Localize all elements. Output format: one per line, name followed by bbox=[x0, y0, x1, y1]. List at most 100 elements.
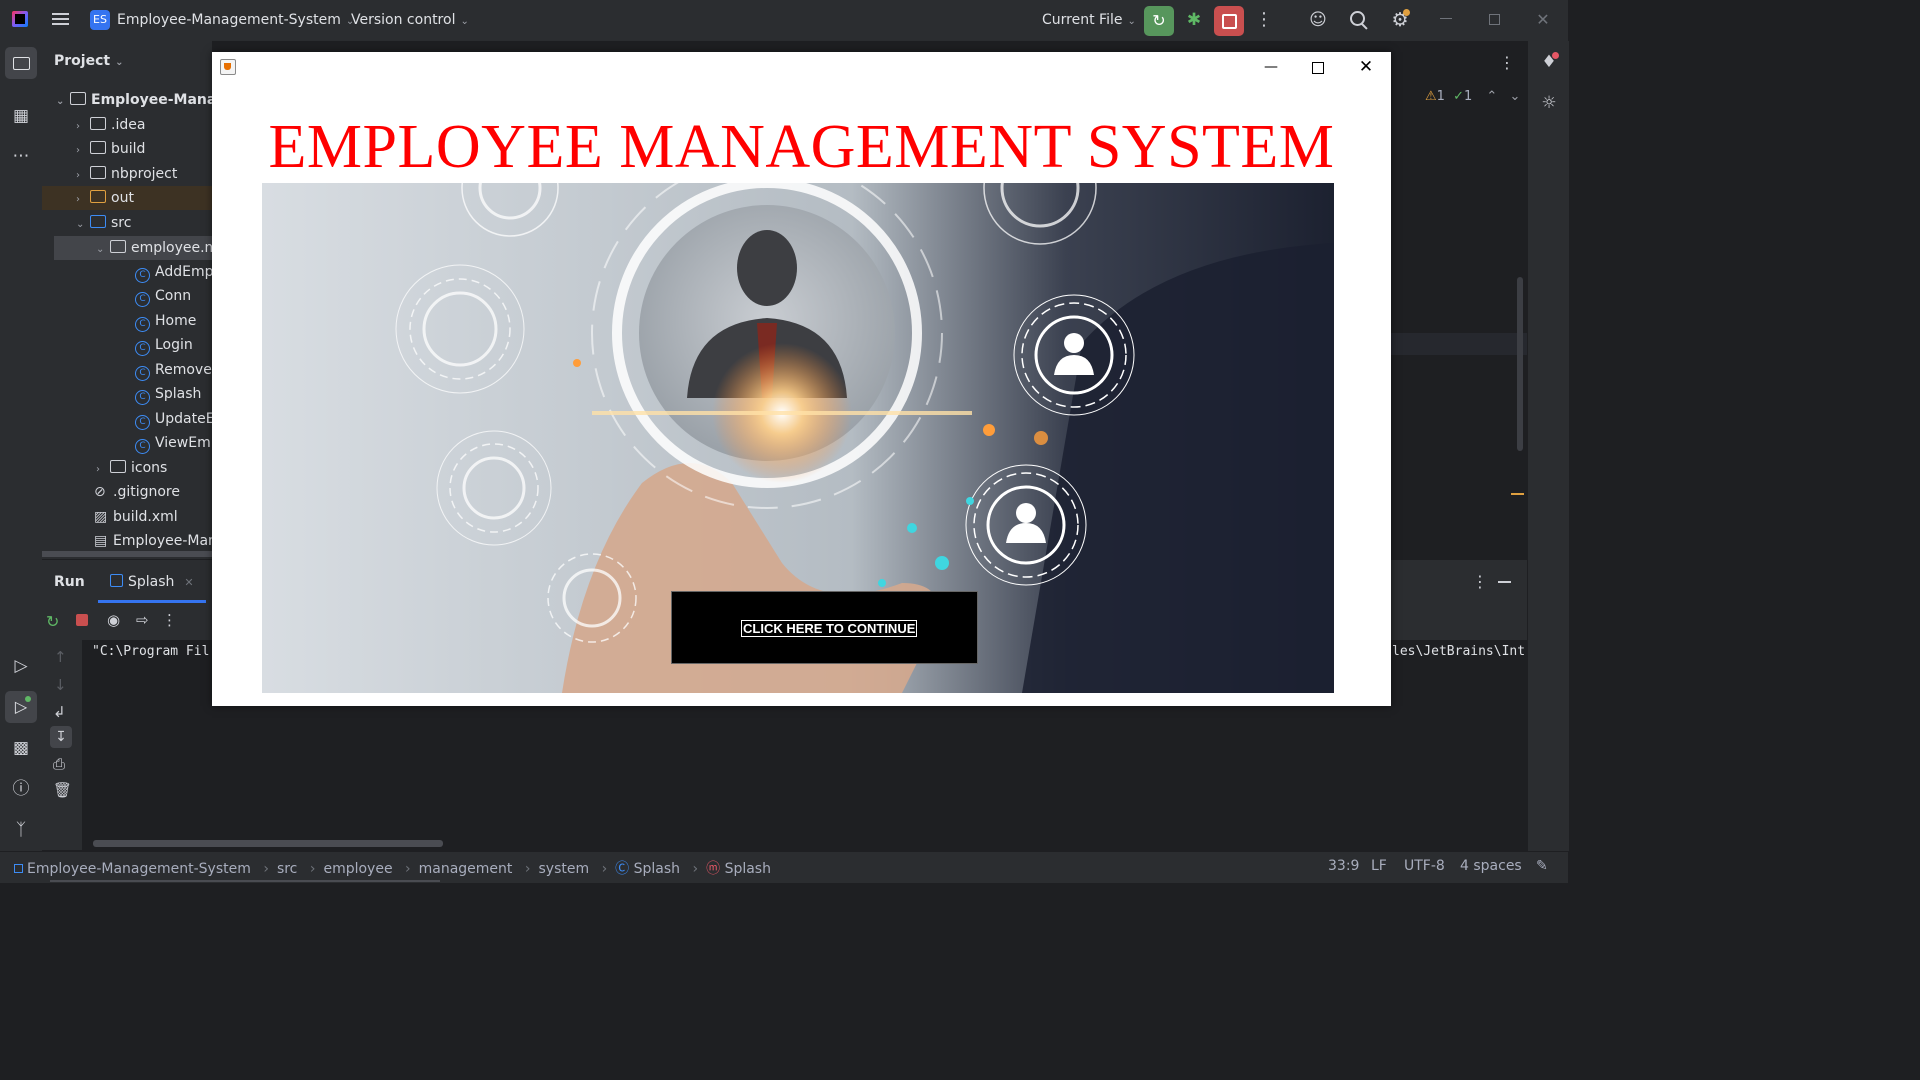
current-line-highlight bbox=[1391, 333, 1527, 355]
stop-button[interactable] bbox=[1214, 6, 1244, 36]
chevron-right-icon: › bbox=[76, 194, 80, 205]
camera-icon[interactable]: ◉ bbox=[107, 611, 120, 629]
ignore-file-icon: ⊘ bbox=[94, 484, 106, 500]
tree-item-class[interactable]: C Conn bbox=[135, 284, 191, 308]
git-icon[interactable]: ᛉ bbox=[10, 819, 32, 841]
run-config-selector[interactable]: Current File ⌄ bbox=[1042, 12, 1136, 28]
minimize-window-icon[interactable] bbox=[1440, 18, 1452, 19]
run-tab[interactable]: Run bbox=[54, 574, 85, 590]
hide-panel-icon[interactable] bbox=[1498, 581, 1511, 583]
vcs-widget[interactable]: Version control ⌄ bbox=[351, 12, 469, 28]
line-separator[interactable]: LF bbox=[1371, 858, 1387, 874]
ant-file-icon: ▨ bbox=[94, 509, 108, 525]
project-badge[interactable]: ES bbox=[90, 10, 110, 30]
chevron-down-icon: ⌄ bbox=[76, 219, 85, 230]
splash-title-bar[interactable]: — ✕ bbox=[212, 52, 1391, 82]
scroll-to-end-icon[interactable]: ↧ bbox=[50, 726, 72, 748]
project-switcher[interactable]: Employee-Management-System ⌄ bbox=[117, 12, 354, 28]
tree-item-class[interactable]: CViewEmp bbox=[135, 431, 212, 455]
breadcrumb-item[interactable]: system bbox=[538, 861, 589, 877]
tree-item-idea[interactable]: › .idea bbox=[76, 113, 145, 137]
tree-item-icons[interactable]: › icons bbox=[96, 456, 167, 480]
continue-button[interactable]: CLICK HERE TO CONTINUE bbox=[671, 591, 978, 664]
tree-item-class[interactable]: C Splash bbox=[135, 382, 201, 406]
tree-item-build[interactable]: › build bbox=[76, 137, 145, 161]
project-panel: Project ⌄ ⌄Employee-Manag ›.idea ›build ›… bbox=[42, 41, 212, 559]
chevron-down-icon[interactable]: ⌄ bbox=[1509, 89, 1520, 104]
readonly-toggle-icon[interactable]: ✎ bbox=[1536, 858, 1548, 874]
rerun-icon[interactable]: ↻ bbox=[46, 612, 59, 631]
indent-setting[interactable]: 4 spaces bbox=[1460, 858, 1522, 874]
chevron-right-icon: › bbox=[692, 861, 699, 877]
soft-wrap-icon[interactable]: ↲ bbox=[53, 703, 66, 721]
problems-icon[interactable]: ⓘ bbox=[10, 778, 32, 800]
project-scrollbar[interactable] bbox=[42, 551, 212, 557]
rerun-button[interactable]: ↻ bbox=[1144, 6, 1174, 36]
minimize-icon[interactable]: — bbox=[1259, 56, 1283, 78]
tree-item-src[interactable]: ⌄ src bbox=[76, 211, 131, 235]
breadcrumb-item[interactable]: Employee-Management-System bbox=[27, 861, 251, 877]
tree-item-class[interactable]: C Home bbox=[135, 309, 196, 333]
add-user-icon[interactable]: ☺ bbox=[1307, 9, 1329, 31]
warning-icon: ⚠ bbox=[1425, 89, 1437, 104]
title-bar: ES Employee-Management-System ⌄ Version c… bbox=[0, 0, 1568, 42]
close-window-icon[interactable]: ✕ bbox=[1535, 9, 1551, 31]
tree-item-class[interactable]: C AddEmpl bbox=[135, 260, 212, 284]
ai-assistant-icon[interactable]: ☼ bbox=[1538, 92, 1560, 114]
more-run-actions-icon[interactable]: ⋮ bbox=[162, 611, 177, 629]
file-encoding[interactable]: UTF-8 bbox=[1404, 858, 1445, 874]
search-icon[interactable] bbox=[1348, 9, 1370, 31]
maximize-icon[interactable] bbox=[1306, 56, 1330, 78]
tree-item-buildxml[interactable]: ▨ build.xml bbox=[94, 505, 178, 529]
structure-icon[interactable]: ▦ bbox=[10, 105, 32, 127]
stop-icon[interactable] bbox=[76, 614, 88, 626]
tree-item-class[interactable]: C Login bbox=[135, 333, 193, 357]
breadcrumb-item[interactable]: src bbox=[277, 861, 297, 877]
run-panel-options-icon[interactable]: ⋮ bbox=[1472, 572, 1488, 591]
chevron-up-icon[interactable]: ⌃ bbox=[1486, 89, 1497, 104]
app-logo[interactable] bbox=[12, 11, 28, 27]
chevron-down-icon: ⌄ bbox=[96, 244, 105, 255]
tree-item-class[interactable]: CRemoveE bbox=[135, 358, 212, 382]
tree-item-package[interactable]: ⌄employee.ma bbox=[96, 236, 212, 260]
tree-item-nbproject[interactable]: › nbproject bbox=[76, 162, 177, 186]
close-tab-icon[interactable]: ✕ bbox=[184, 576, 193, 589]
more-actions-icon[interactable]: ⋮ bbox=[1255, 9, 1273, 31]
services-icon[interactable]: ▷ bbox=[10, 655, 32, 677]
terminal-icon[interactable]: ▩ bbox=[10, 737, 32, 759]
chevron-right-icon: › bbox=[601, 861, 608, 877]
splash-run-tab[interactable]: Splash ✕ bbox=[110, 574, 194, 590]
console-scrollbar[interactable] bbox=[93, 840, 443, 847]
tree-item-gitignore[interactable]: ⊘ .gitignore bbox=[94, 480, 180, 504]
more-tools-icon[interactable]: ⋯ bbox=[10, 145, 32, 167]
main-menu-icon[interactable] bbox=[52, 11, 69, 28]
splash-tab-label: Splash bbox=[128, 574, 175, 590]
run-tool-button[interactable]: ▷ bbox=[5, 691, 37, 723]
editor-scrollbar[interactable] bbox=[1517, 277, 1523, 451]
debug-icon[interactable]: ✱ bbox=[1183, 9, 1205, 31]
class-icon: C bbox=[135, 292, 150, 307]
exit-icon[interactable]: ⇨ bbox=[136, 611, 149, 629]
editor-options-icon[interactable]: ⋮ bbox=[1499, 53, 1515, 72]
caret-position[interactable]: 33:9 bbox=[1328, 858, 1359, 874]
tree-item-root[interactable]: ⌄Employee-Manag bbox=[56, 88, 212, 112]
tree-item-class[interactable]: CUpdateEr bbox=[135, 407, 212, 431]
folder-icon bbox=[90, 190, 106, 203]
breadcrumb-item[interactable]: Splash bbox=[725, 861, 771, 877]
project-tool-button[interactable] bbox=[5, 47, 37, 79]
warning-stripe-marker[interactable] bbox=[1511, 493, 1524, 495]
clear-all-icon[interactable]: 🗑 bbox=[53, 781, 72, 799]
tree-item-out[interactable]: › out bbox=[76, 186, 134, 210]
inspection-widget[interactable]: ⚠1 ✓1 ⌃ ⌄ bbox=[1425, 89, 1520, 104]
project-panel-title[interactable]: Project ⌄ bbox=[54, 53, 123, 69]
print-icon[interactable]: ⎙ bbox=[53, 755, 65, 773]
scroll-down-icon[interactable]: ↓ bbox=[54, 676, 67, 694]
tree-item-iml[interactable]: ▤Employee-Mana bbox=[94, 529, 212, 553]
module-icon bbox=[14, 864, 23, 873]
restore-window-icon[interactable] bbox=[1489, 14, 1500, 25]
breadcrumb-item[interactable]: Splash bbox=[634, 861, 680, 877]
breadcrumb-item[interactable]: employee bbox=[323, 861, 392, 877]
scroll-up-icon[interactable]: ↑ bbox=[54, 648, 67, 666]
breadcrumb-item[interactable]: management bbox=[419, 861, 513, 877]
close-icon[interactable]: ✕ bbox=[1354, 56, 1378, 78]
